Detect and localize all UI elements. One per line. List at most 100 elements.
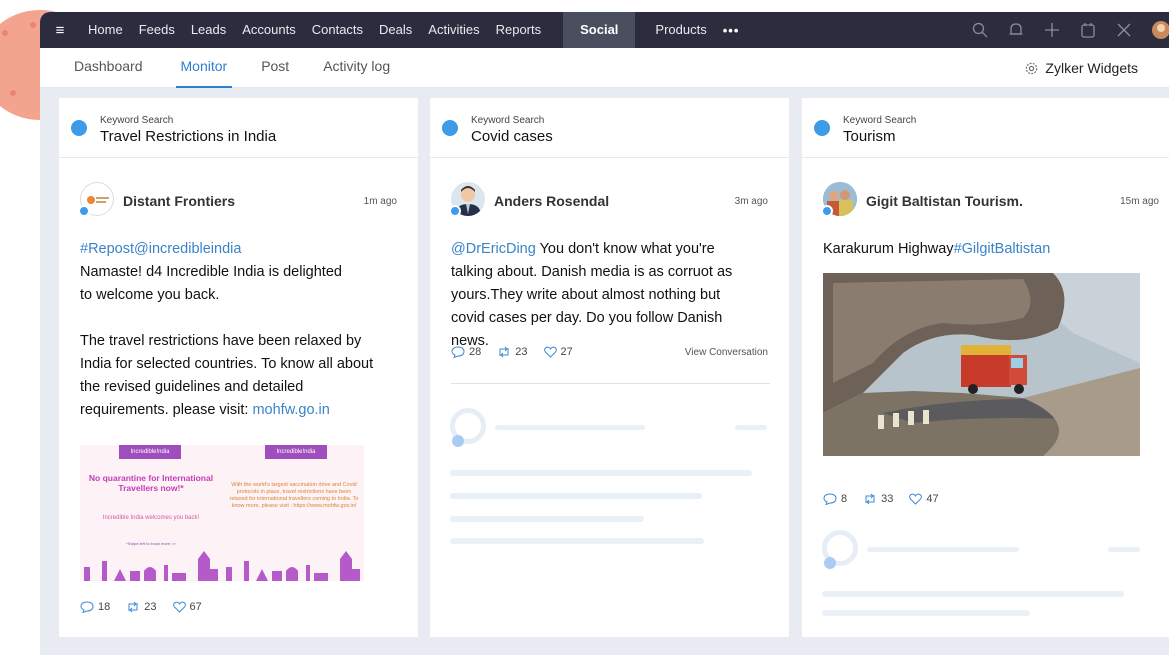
stream-column-covid: Keyword Search Covid cases Anders Rosend… xyxy=(430,98,789,637)
nav-deals[interactable]: Deals xyxy=(371,12,420,48)
twitter-icon xyxy=(442,120,458,136)
post-header: Anders Rosendal 3m ago xyxy=(430,158,789,238)
post-line: India for selected countries. To know al… xyxy=(80,356,374,372)
app-window: ≡ Home Feeds Leads Accounts Contacts Dea… xyxy=(40,12,1169,655)
post-line: The travel restrictions have been relaxe… xyxy=(80,333,362,349)
reply-button[interactable]: 18 xyxy=(80,601,110,613)
like-button[interactable]: 27 xyxy=(543,346,573,358)
reply-icon xyxy=(823,493,837,505)
loading-line xyxy=(822,591,1124,597)
loading-line xyxy=(450,493,702,499)
loading-line xyxy=(450,516,644,522)
bell-icon[interactable] xyxy=(1008,22,1024,38)
mention-link[interactable]: @DrEricDing xyxy=(451,241,536,257)
nav-products[interactable]: Products xyxy=(647,12,714,48)
url-link[interactable]: mohfw.go.in xyxy=(252,402,329,418)
nav-tools xyxy=(972,12,1169,48)
nav-contacts[interactable]: Contacts xyxy=(304,12,371,48)
nav-social[interactable]: Social xyxy=(563,12,636,48)
add-icon[interactable] xyxy=(1044,22,1060,38)
post-line: requirements. please visit: xyxy=(80,402,253,418)
post-image[interactable]: Incredible!ndia Incredible!ndia No quara… xyxy=(80,445,364,581)
post-time: 3m ago xyxy=(734,196,768,207)
nav-feeds[interactable]: Feeds xyxy=(131,12,183,48)
like-count: 27 xyxy=(560,346,573,358)
post-text: @DrEricDing You don't know what you're t… xyxy=(430,238,775,353)
image-sub-left: Incredible India welcomes you back! xyxy=(102,515,200,521)
retweet-button[interactable]: 23 xyxy=(126,601,157,613)
heart-icon xyxy=(909,493,923,505)
divider xyxy=(451,383,770,384)
image-heading-right: With the world's largest vaccination dri… xyxy=(229,482,359,509)
retweet-button[interactable]: 23 xyxy=(497,346,528,358)
post-actions: 18 23 67 xyxy=(59,601,239,613)
twitter-badge-icon xyxy=(449,205,461,217)
tab-activity-log[interactable]: Activity log xyxy=(323,48,390,88)
retweet-button[interactable]: 33 xyxy=(863,493,893,505)
nav-reports[interactable]: Reports xyxy=(488,12,550,48)
reply-count: 18 xyxy=(98,601,111,613)
keyword-label: Keyword Search xyxy=(471,115,545,126)
reply-button[interactable]: 8 xyxy=(823,493,847,505)
loading-line xyxy=(735,425,767,430)
twitter-icon xyxy=(814,120,830,136)
tab-dashboard[interactable]: Dashboard xyxy=(74,48,143,88)
heart-icon xyxy=(543,346,557,358)
image-heading-left: No quarantine for International Travelle… xyxy=(88,473,214,493)
stream-column-travel: Keyword Search Travel Restrictions in In… xyxy=(59,98,418,637)
like-button[interactable]: 47 xyxy=(909,493,939,505)
keyword-title: Covid cases xyxy=(471,128,553,145)
heart-icon xyxy=(172,601,186,613)
widgets-button[interactable]: Zylker Widgets xyxy=(1024,48,1138,88)
reply-count: 8 xyxy=(841,493,848,505)
highway-photo xyxy=(823,273,1140,456)
sub-navigation: Dashboard Monitor Post Activity log Zylk… xyxy=(40,48,1169,88)
view-conversation-link[interactable]: View Conversation xyxy=(685,347,768,358)
post-body: You don't know what you're talking about… xyxy=(451,241,733,349)
hashtag-link[interactable]: #Repost@incredibleindia xyxy=(80,238,397,261)
tools-icon[interactable] xyxy=(1116,22,1132,38)
loading-dot xyxy=(452,435,464,447)
like-button[interactable]: 67 xyxy=(172,601,202,613)
retweet-count: 23 xyxy=(515,346,528,358)
loading-line xyxy=(822,610,1030,616)
retweet-icon xyxy=(128,601,138,613)
retweet-icon xyxy=(865,493,875,505)
reply-button[interactable]: 28 xyxy=(451,346,481,358)
nav-accounts[interactable]: Accounts xyxy=(234,12,303,48)
reply-icon xyxy=(451,346,465,358)
column-header: Keyword Search Tourism xyxy=(802,98,1169,158)
author-name[interactable]: Distant Frontiers xyxy=(123,193,235,209)
widgets-label: Zylker Widgets xyxy=(1045,60,1138,76)
nav-home[interactable]: Home xyxy=(80,12,131,48)
author-name[interactable]: Gigit Baltistan Tourism. xyxy=(866,193,1023,209)
search-icon[interactable] xyxy=(972,22,988,38)
tab-post[interactable]: Post xyxy=(261,48,289,88)
post-time: 1m ago xyxy=(363,196,397,207)
reply-icon xyxy=(80,601,94,613)
loading-dot xyxy=(824,557,836,569)
column-header: Keyword Search Covid cases xyxy=(430,98,789,158)
post-line: to welcome you back. xyxy=(80,287,220,303)
menu-icon[interactable]: ≡ xyxy=(40,22,80,39)
hashtag-link[interactable]: #GilgitBaltistan xyxy=(954,241,1051,257)
nav-more[interactable]: ••• xyxy=(715,23,748,38)
retweet-icon xyxy=(499,346,509,358)
loading-line xyxy=(450,470,752,476)
post-line: Namaste! d4 Incredible India is delighte… xyxy=(80,264,342,280)
post-body: Karakurum Highway xyxy=(823,241,954,257)
nav-leads[interactable]: Leads xyxy=(183,12,234,48)
keyword-label: Keyword Search xyxy=(100,115,174,126)
user-avatar[interactable] xyxy=(1152,21,1169,39)
keyword-title: Tourism xyxy=(843,128,896,145)
author-name[interactable]: Anders Rosendal xyxy=(494,193,609,209)
post-image[interactable] xyxy=(823,273,1140,456)
tab-monitor[interactable]: Monitor xyxy=(175,48,232,88)
twitter-badge-icon xyxy=(821,205,833,217)
nav-activities[interactable]: Activities xyxy=(420,12,487,48)
keyword-label: Keyword Search xyxy=(843,115,917,126)
skyline-illustration xyxy=(84,551,360,581)
calendar-icon[interactable] xyxy=(1080,22,1096,38)
column-header: Keyword Search Travel Restrictions in In… xyxy=(59,98,418,158)
stream-column-tourism: Keyword Search Tourism Gigit Baltistan T… xyxy=(802,98,1169,637)
